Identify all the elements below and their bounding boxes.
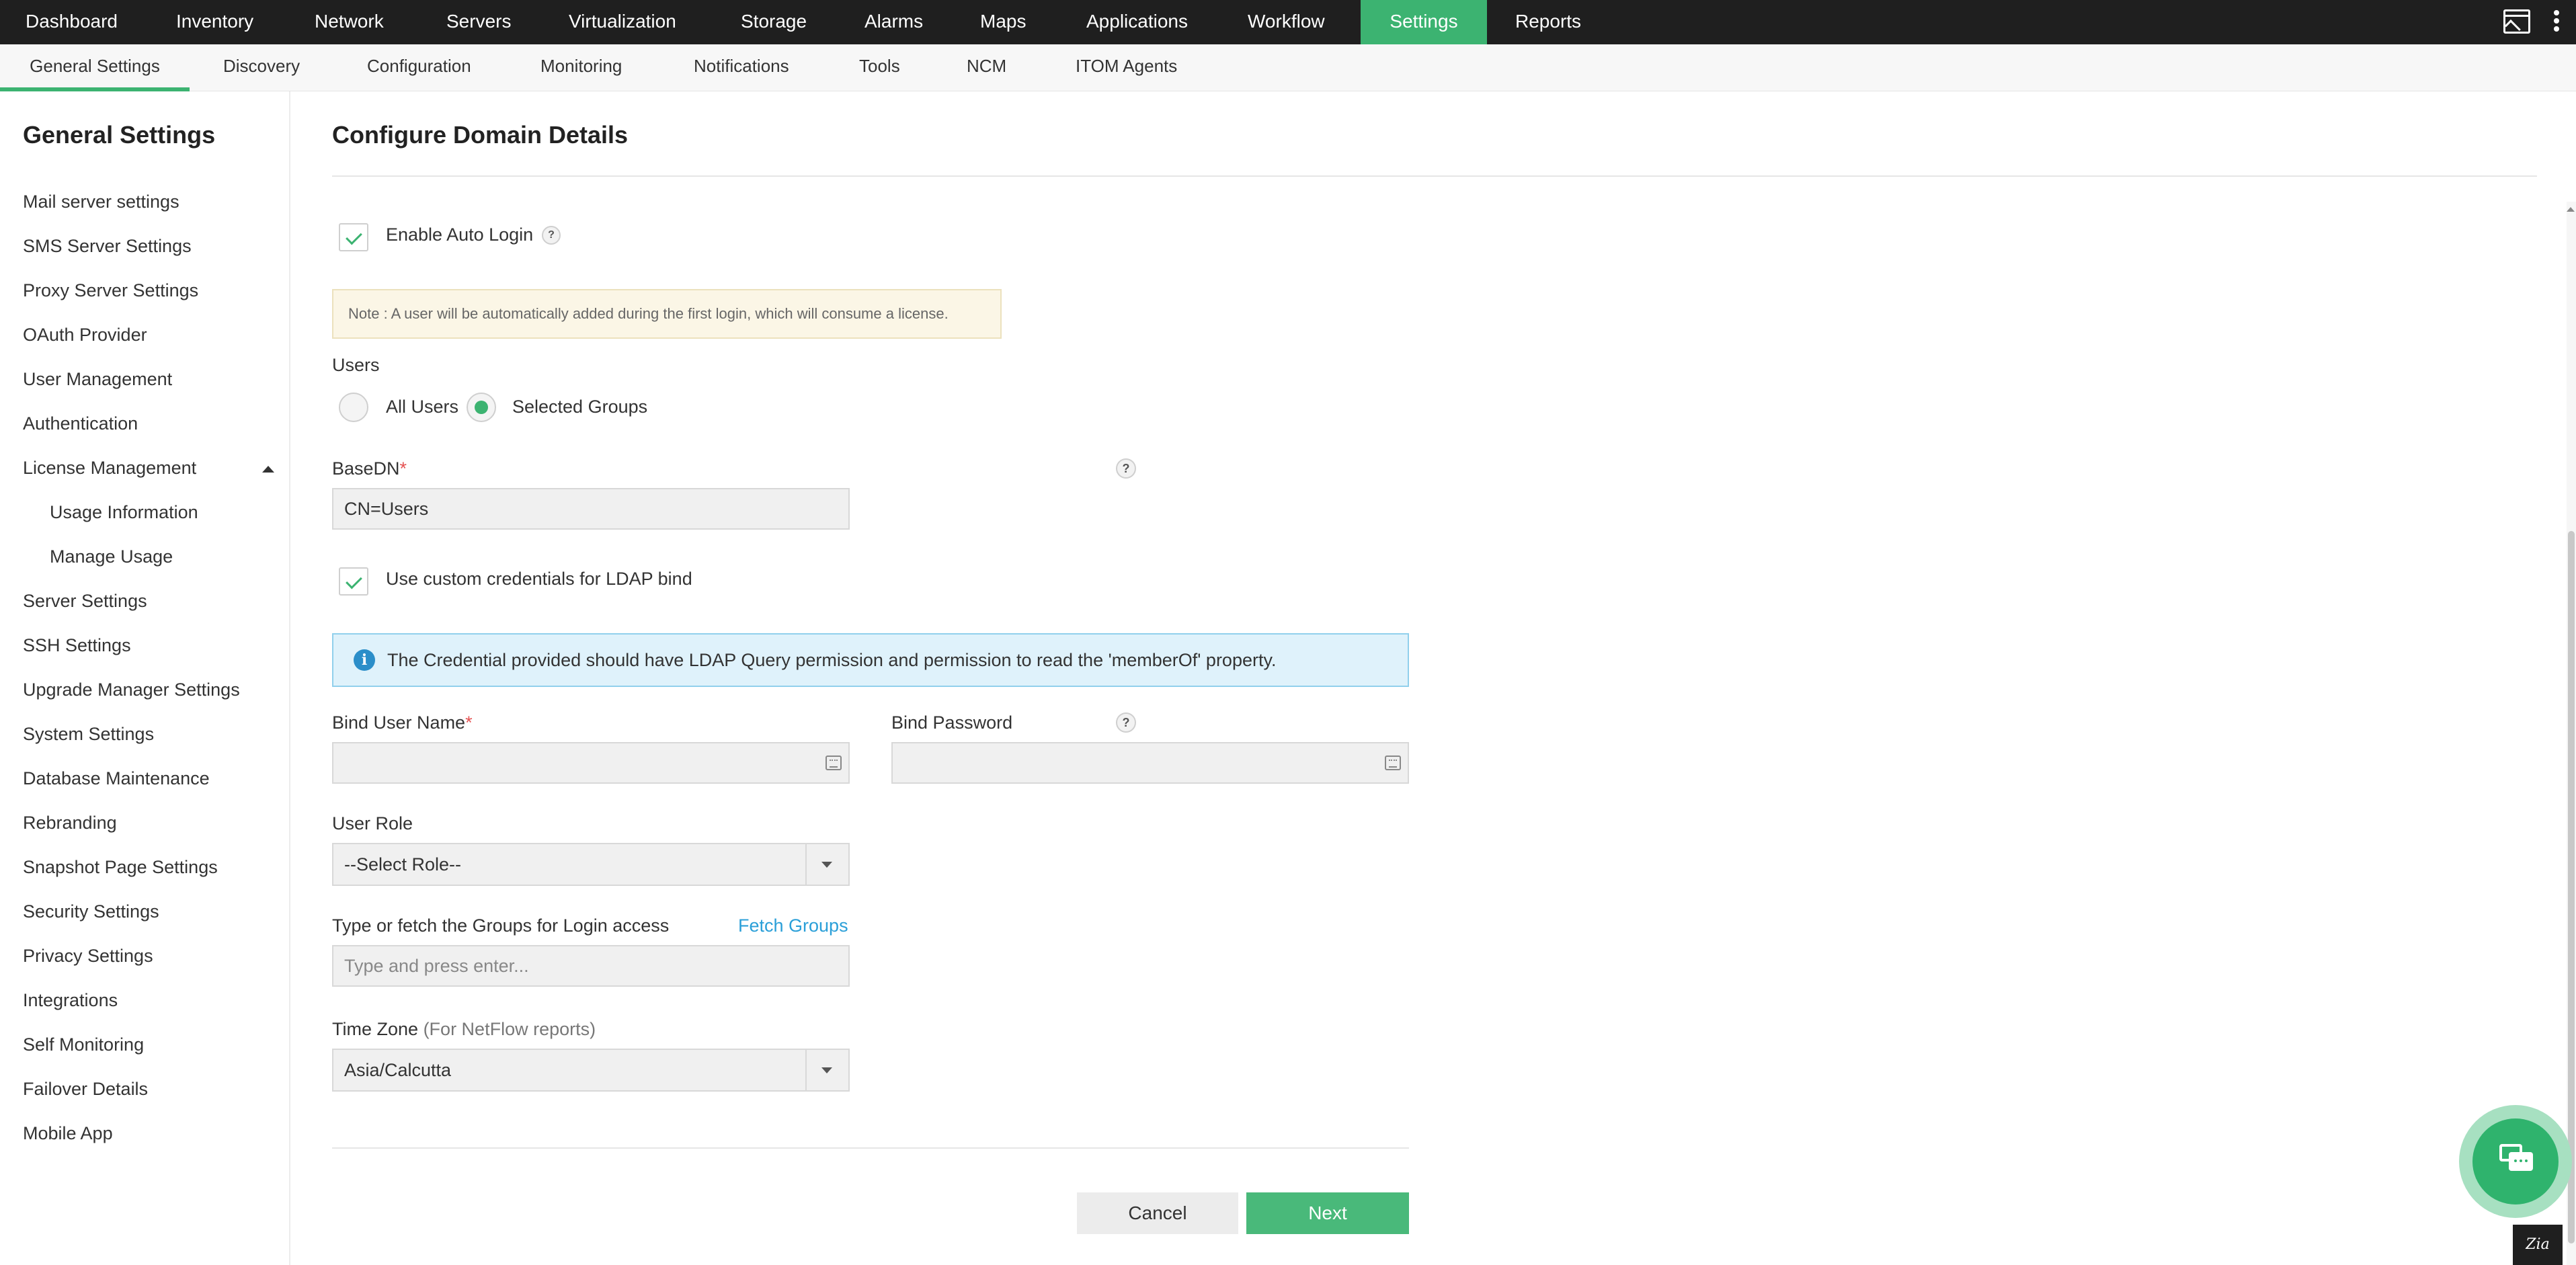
sidebar-item-snapshot-page[interactable]: Snapshot Page Settings xyxy=(23,857,218,878)
chevron-down-icon xyxy=(821,862,832,868)
tab-ncm[interactable]: NCM xyxy=(967,44,1006,91)
sidebar-item-database-maintenance[interactable]: Database Maintenance xyxy=(23,768,210,789)
next-button[interactable]: Next xyxy=(1246,1192,1409,1234)
enable-auto-login-label: Enable Auto Login xyxy=(386,225,534,245)
users-label: Users xyxy=(332,355,380,375)
settings-sidebar: General Settings Mail server settings SM… xyxy=(0,91,290,1265)
tab-tools[interactable]: Tools xyxy=(859,44,900,91)
sidebar-item-rebranding[interactable]: Rebranding xyxy=(23,813,117,833)
nav-servers[interactable]: Servers xyxy=(446,0,511,44)
nav-storage[interactable]: Storage xyxy=(741,0,807,44)
ldap-permission-info: i The Credential provided should have LD… xyxy=(332,633,1409,687)
bind-password-input[interactable] xyxy=(891,742,1409,784)
sidebar-item-manage-usage[interactable]: Manage Usage xyxy=(50,546,173,567)
custom-credentials-checkbox[interactable] xyxy=(339,567,368,596)
sidebar-item-sms-server[interactable]: SMS Server Settings xyxy=(23,236,192,257)
sidebar-item-license-management[interactable]: License Management xyxy=(23,458,196,479)
form-footer-divider xyxy=(332,1147,1409,1149)
sidebar-item-oauth-provider[interactable]: OAuth Provider xyxy=(23,325,147,345)
keyboard-icon[interactable] xyxy=(1385,756,1401,770)
basedn-help-icon[interactable]: ? xyxy=(1116,458,1136,479)
page-title: Configure Domain Details xyxy=(332,121,629,149)
groups-input[interactable]: Type and press enter... xyxy=(332,945,850,987)
cancel-button[interactable]: Cancel xyxy=(1077,1192,1238,1234)
scroll-up-icon[interactable] xyxy=(2567,207,2575,212)
sidebar-item-user-management[interactable]: User Management xyxy=(23,369,172,390)
all-users-label: All Users xyxy=(386,397,459,417)
nav-virtualization[interactable]: Virtualization xyxy=(569,0,676,44)
sidebar-item-server-settings[interactable]: Server Settings xyxy=(23,591,147,612)
auto-login-help-icon[interactable]: ? xyxy=(542,226,561,245)
chat-icon[interactable] xyxy=(2499,1144,2534,1172)
top-navigation-bar: Dashboard Inventory Network Servers Virt… xyxy=(0,0,2576,44)
time-zone-select[interactable]: Asia/Calcutta xyxy=(332,1049,850,1092)
nav-applications[interactable]: Applications xyxy=(1086,0,1188,44)
sidebar-item-failover-details[interactable]: Failover Details xyxy=(23,1079,148,1100)
user-role-label: User Role xyxy=(332,813,413,833)
domain-details-form: Configure Domain Details Enable Auto Log… xyxy=(290,91,2569,1265)
nav-workflow[interactable]: Workflow xyxy=(1248,0,1325,44)
custom-credentials-label: Use custom credentials for LDAP bind xyxy=(386,569,692,589)
sidebar-item-system-settings[interactable]: System Settings xyxy=(23,724,154,745)
selected-groups-label: Selected Groups xyxy=(512,397,648,417)
sidebar-item-upgrade-manager[interactable]: Upgrade Manager Settings xyxy=(23,680,240,700)
sidebar-title: General Settings xyxy=(23,121,216,149)
chevron-down-icon xyxy=(821,1067,832,1073)
monitor-icon[interactable] xyxy=(2503,9,2530,34)
sidebar-item-mobile-app[interactable]: Mobile App xyxy=(23,1123,113,1144)
enable-auto-login-checkbox[interactable] xyxy=(339,223,368,251)
tab-discovery[interactable]: Discovery xyxy=(223,44,300,91)
sidebar-item-usage-information[interactable]: Usage Information xyxy=(50,502,198,523)
tab-notifications[interactable]: Notifications xyxy=(694,44,789,91)
tab-itom-agents[interactable]: ITOM Agents xyxy=(1076,44,1177,91)
bind-user-help-icon[interactable]: ? xyxy=(1116,712,1136,733)
tab-monitoring[interactable]: Monitoring xyxy=(540,44,622,91)
nav-inventory[interactable]: Inventory xyxy=(176,0,253,44)
caret-up-icon[interactable] xyxy=(262,466,274,473)
info-icon: i xyxy=(354,649,375,671)
nav-network[interactable]: Network xyxy=(315,0,384,44)
title-divider xyxy=(332,175,2537,177)
sidebar-item-self-monitoring[interactable]: Self Monitoring xyxy=(23,1034,144,1055)
selected-groups-radio[interactable] xyxy=(467,393,496,422)
all-users-radio[interactable] xyxy=(339,393,368,422)
nav-maps[interactable]: Maps xyxy=(980,0,1026,44)
sidebar-item-mail-server[interactable]: Mail server settings xyxy=(23,192,179,212)
time-zone-label: Time Zone (For NetFlow reports) xyxy=(332,1019,596,1039)
sidebar-item-privacy-settings[interactable]: Privacy Settings xyxy=(23,946,153,967)
bind-user-label: Bind User Name* xyxy=(332,712,473,733)
basedn-input[interactable]: CN=Users xyxy=(332,488,850,530)
info-text: The Credential provided should have LDAP… xyxy=(387,650,1277,670)
sidebar-item-authentication[interactable]: Authentication xyxy=(23,413,138,434)
basedn-label: BaseDN* xyxy=(332,458,407,479)
nav-reports[interactable]: Reports xyxy=(1515,0,1581,44)
fetch-groups-link[interactable]: Fetch Groups xyxy=(738,915,848,936)
bind-user-input[interactable] xyxy=(332,742,850,784)
bind-password-label: Bind Password xyxy=(891,712,1013,733)
nav-settings[interactable]: Settings xyxy=(1361,0,1487,44)
zia-badge[interactable]: Zia xyxy=(2513,1225,2563,1265)
kebab-menu-icon[interactable] xyxy=(2552,8,2561,36)
license-note: Note : A user will be automatically adde… xyxy=(332,289,1002,339)
scrollbar-thumb[interactable] xyxy=(2568,531,2575,1243)
sidebar-item-integrations[interactable]: Integrations xyxy=(23,990,118,1011)
nav-alarms[interactable]: Alarms xyxy=(864,0,923,44)
groups-label: Type or fetch the Groups for Login acces… xyxy=(332,915,670,936)
user-role-select[interactable]: --Select Role-- xyxy=(332,843,850,886)
sidebar-item-proxy-server[interactable]: Proxy Server Settings xyxy=(23,280,198,301)
tab-general-settings[interactable]: General Settings xyxy=(0,44,190,91)
sidebar-item-ssh-settings[interactable]: SSH Settings xyxy=(23,635,131,656)
tab-configuration[interactable]: Configuration xyxy=(367,44,471,91)
sidebar-item-security-settings[interactable]: Security Settings xyxy=(23,901,159,922)
sub-navigation-bar: General Settings Discovery Configuration… xyxy=(0,44,2576,91)
nav-dashboard[interactable]: Dashboard xyxy=(26,0,118,44)
keyboard-icon[interactable] xyxy=(826,756,842,770)
